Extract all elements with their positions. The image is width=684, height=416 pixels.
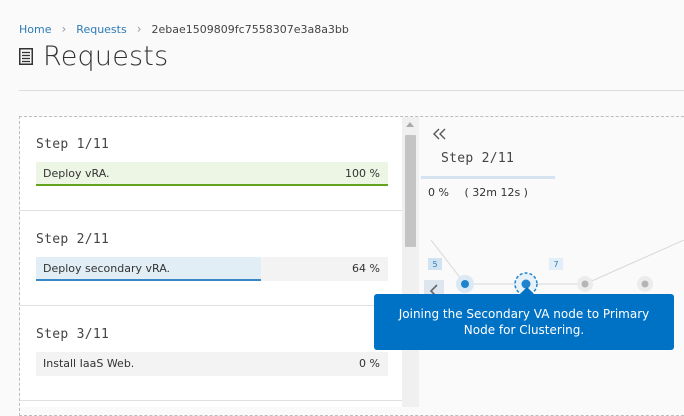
double-chevron-left-icon[interactable] <box>432 127 448 141</box>
breadcrumb-current: 2ebae1509809fc7558307e3a8a3bb <box>151 22 349 36</box>
step-name: Install IaaS Web. <box>43 357 135 370</box>
chevron-right-icon: › <box>61 22 67 36</box>
tooltip-text: Joining the Secondary VA node to Primary… <box>398 307 650 337</box>
title-divider <box>19 90 684 91</box>
step-percent: 64 % <box>352 262 380 275</box>
detail-elapsed-time: ( 32m 12s ) <box>464 186 528 199</box>
step-card[interactable]: Step 1/11 Deploy vRA. 100 % <box>20 117 402 211</box>
detail-step-label: Step 2/11 <box>441 151 515 166</box>
steps-scrollbar[interactable] <box>402 117 419 407</box>
steps-list: Step 1/11 Deploy vRA. 100 % Step 2/11 De… <box>20 117 402 407</box>
timeline-node-dot <box>461 280 469 288</box>
step-card[interactable]: Step 3/11 Install IaaS Web. 0 % <box>20 307 402 401</box>
node-badge-label: 7 <box>553 260 558 269</box>
breadcrumb: Home › Requests › 2ebae1509809fc7558307e… <box>19 21 349 37</box>
scroll-up-icon[interactable] <box>406 122 414 127</box>
step-card[interactable]: Step 2/11 Deploy secondary vRA. 64 % <box>20 212 402 306</box>
step-progress-bar: Deploy secondary vRA. 64 % <box>36 257 388 281</box>
step-progress-bar: Deploy vRA. 100 % <box>36 162 388 186</box>
chevron-right-icon: › <box>136 22 142 36</box>
step-tooltip: Joining the Secondary VA node to Primary… <box>374 287 674 350</box>
step-name: Deploy secondary vRA. <box>43 262 171 275</box>
step-label: Step 3/11 <box>36 327 110 342</box>
scroll-thumb[interactable] <box>405 135 416 247</box>
node-badge-label: 5 <box>432 260 437 269</box>
detail-status: 0 % ( 32m 12s ) <box>428 186 528 199</box>
timeline-node-dot <box>581 280 589 288</box>
timeline-edge <box>584 240 684 285</box>
timeline-node-dot <box>641 280 649 288</box>
step-progress-bar: Install IaaS Web. 0 % <box>36 352 388 376</box>
detail-progress-bar <box>421 176 555 179</box>
tooltip-arrow <box>520 287 534 294</box>
breadcrumb-requests-link[interactable]: Requests <box>76 23 126 36</box>
breadcrumb-home-link[interactable]: Home <box>19 23 51 36</box>
page-header: Requests <box>19 38 168 74</box>
step-label: Step 1/11 <box>36 137 110 152</box>
step-percent: 0 % <box>359 357 380 370</box>
page-title: Requests <box>43 40 169 72</box>
document-icon <box>19 47 33 65</box>
step-label: Step 2/11 <box>36 232 110 247</box>
step-percent: 100 % <box>345 167 380 180</box>
detail-percent: 0 % <box>428 186 449 199</box>
step-name: Deploy vRA. <box>43 167 110 180</box>
